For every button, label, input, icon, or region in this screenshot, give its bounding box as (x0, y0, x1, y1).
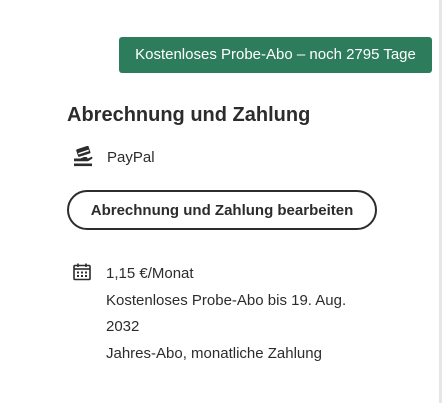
trial-end-date: Kostenloses Probe-Abo bis 19. Aug. (106, 291, 347, 309)
trial-status-badge: Kostenloses Probe-Abo – noch 2795 Tage (119, 37, 432, 73)
billing-section-heading: Abrechnung und Zahlung (67, 104, 311, 126)
payment-method-row: PayPal (72, 144, 155, 170)
plan-price: 1,15 €/Monat (106, 265, 194, 282)
trial-end-year: 2032 (106, 318, 140, 335)
plan-billing-type: Jahres-Abo, monatliche Zahlung (106, 344, 322, 362)
edit-billing-button[interactable]: Abrechnung und Zahlung bearbeiten (67, 190, 377, 230)
calendar-icon (72, 262, 92, 282)
payment-method-label: PayPal (107, 148, 155, 166)
credit-card-hand-icon (72, 146, 94, 168)
plan-info-text: 1,15 €/Monat Kostenloses Probe-Abo bis 1… (106, 261, 396, 367)
